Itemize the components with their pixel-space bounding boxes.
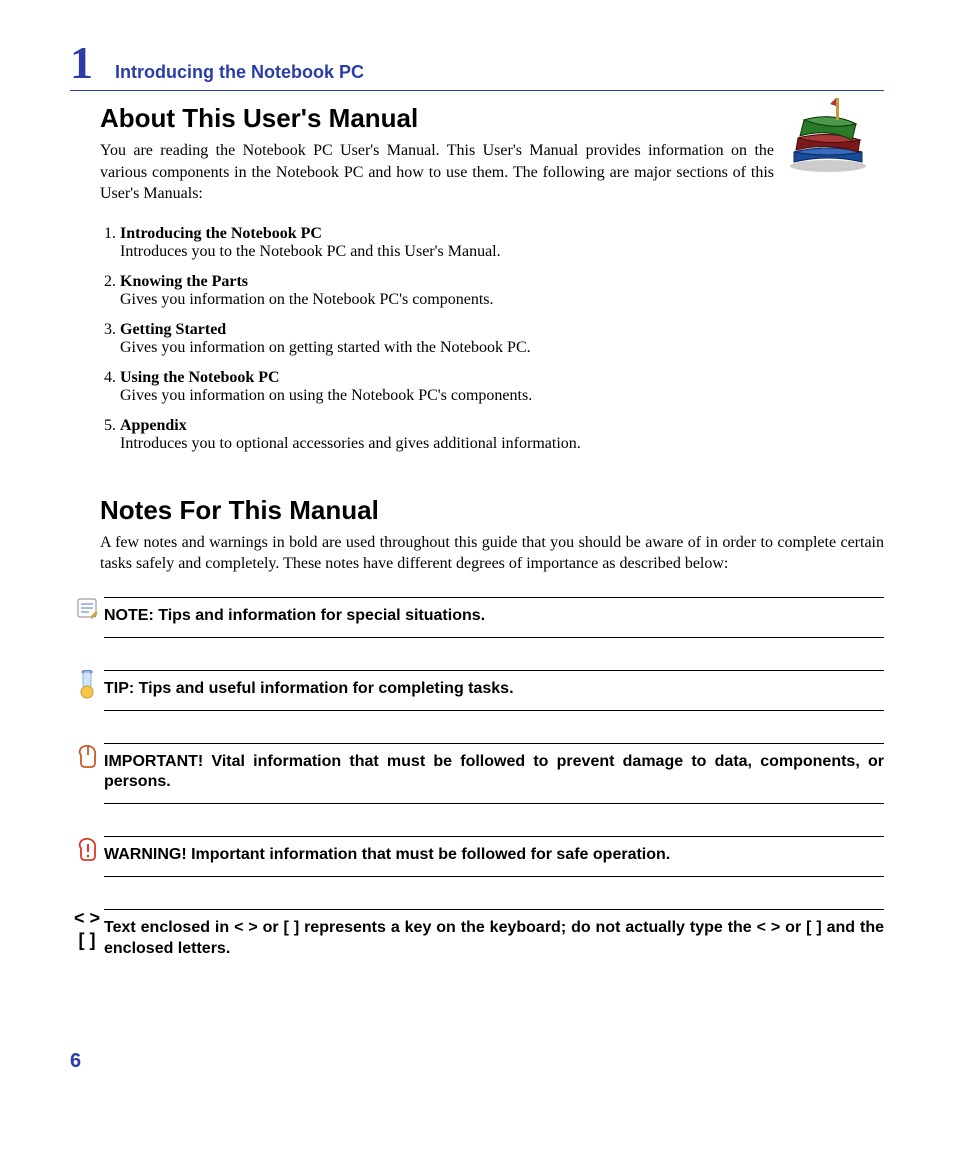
note-text: NOTE: Tips and information for special s…	[104, 597, 884, 638]
brackets-icon: < > [ ]	[70, 909, 104, 951]
square-bracket-symbol: [ ]	[79, 931, 96, 951]
warning-icon	[70, 836, 104, 864]
note-row-brackets: < > [ ] Text enclosed in < > or [ ] repr…	[70, 909, 884, 970]
sections-list: Introducing the Notebook PC Introduces y…	[100, 225, 884, 453]
important-icon	[70, 743, 104, 771]
item-title: Knowing the Parts	[120, 273, 248, 290]
item-desc: Introduces you to the Notebook PC and th…	[120, 243, 884, 261]
notes-heading: Notes For This Manual	[100, 495, 884, 526]
chapter-number: 1	[70, 40, 93, 86]
list-item: Knowing the Parts Gives you information …	[120, 273, 884, 309]
note-row-tip: TIP: Tips and useful information for com…	[70, 670, 884, 711]
item-desc: Gives you information on using the Noteb…	[120, 387, 884, 405]
about-heading: About This User's Manual	[100, 103, 884, 134]
item-desc: Gives you information on getting started…	[120, 339, 884, 357]
tip-icon	[70, 670, 104, 700]
item-desc: Gives you information on the Notebook PC…	[120, 291, 884, 309]
note-row-warning: WARNING! Important information that must…	[70, 836, 884, 877]
about-intro-text: You are reading the Notebook PC User's M…	[100, 140, 884, 205]
notes-intro-text: A few notes and warnings in bold are use…	[100, 532, 884, 575]
chapter-header: 1 Introducing the Notebook PC	[70, 40, 884, 91]
item-desc: Introduces you to optional accessories a…	[120, 435, 884, 453]
item-title: Introducing the Notebook PC	[120, 225, 322, 242]
angle-bracket-symbol: < >	[74, 909, 100, 929]
note-row-note: NOTE: Tips and information for special s…	[70, 597, 884, 638]
page-number: 6	[70, 1050, 81, 1073]
item-title: Using the Notebook PC	[120, 369, 280, 386]
item-title: Getting Started	[120, 321, 226, 338]
warning-text: WARNING! Important information that must…	[104, 836, 884, 877]
list-item: Introducing the Notebook PC Introduces y…	[120, 225, 884, 261]
books-illustration	[780, 90, 876, 179]
tip-text: TIP: Tips and useful information for com…	[104, 670, 884, 711]
important-text: IMPORTANT! Vital information that must b…	[104, 743, 884, 805]
brackets-text: Text enclosed in < > or [ ] represents a…	[104, 909, 884, 970]
chapter-title: Introducing the Notebook PC	[115, 62, 364, 83]
list-item: Getting Started Gives you information on…	[120, 321, 884, 357]
note-row-important: IMPORTANT! Vital information that must b…	[70, 743, 884, 805]
note-icon	[70, 597, 104, 619]
item-title: Appendix	[120, 417, 187, 434]
list-item: Appendix Introduces you to optional acce…	[120, 417, 884, 453]
list-item: Using the Notebook PC Gives you informat…	[120, 369, 884, 405]
